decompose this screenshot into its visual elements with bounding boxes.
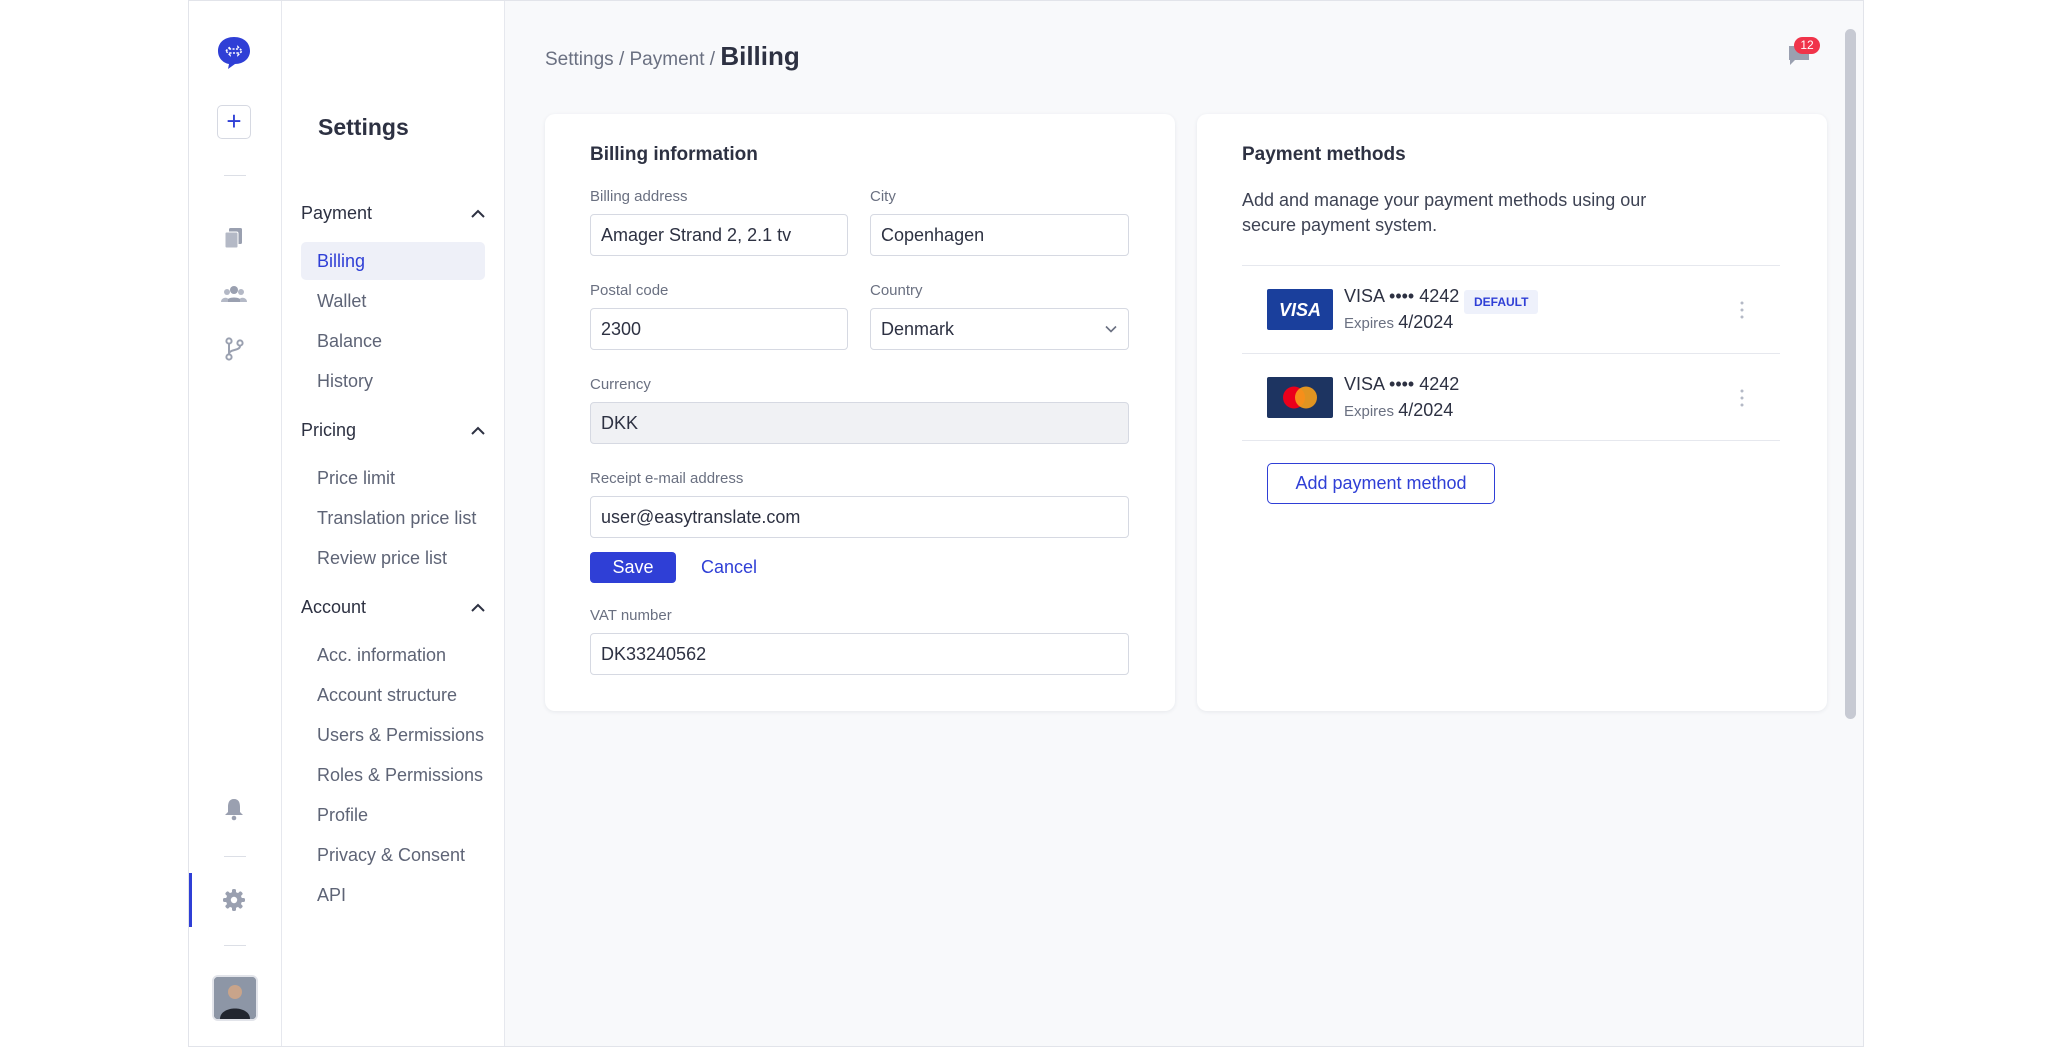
sidebar-group-payment[interactable]: Payment	[301, 203, 487, 227]
currency-field: DKK	[590, 402, 1129, 444]
billing-card-title: Billing information	[590, 144, 758, 165]
expires-label: Expires	[1344, 315, 1395, 332]
more-options-icon[interactable]	[1739, 388, 1745, 408]
rail-divider	[224, 856, 246, 857]
city-input[interactable]: Copenhagen	[870, 214, 1129, 256]
settings-sidebar: Settings Payment Billing Wallet Balance …	[282, 1, 505, 1046]
chevron-up-icon	[471, 426, 485, 435]
expires-label: Expires	[1344, 403, 1395, 420]
sidebar-item-privacy-consent[interactable]: Privacy & Consent	[301, 836, 485, 874]
payment-description: Add and manage your payment methods usin…	[1242, 190, 1647, 235]
vat-number-label: VAT number	[590, 607, 672, 624]
sidebar-title: Settings	[318, 114, 409, 140]
city-label: City	[870, 188, 896, 205]
save-button[interactable]: Save	[590, 552, 676, 583]
visa-logo-icon: VISA	[1267, 289, 1333, 330]
billing-address-label: Billing address	[590, 188, 688, 205]
divider	[1242, 353, 1780, 354]
sidebar-item-wallet[interactable]: Wallet	[301, 282, 485, 320]
more-options-icon[interactable]	[1739, 300, 1745, 320]
chevron-up-icon	[471, 603, 485, 612]
sidebar-item-review-price-list[interactable]: Review price list	[301, 539, 485, 577]
documents-icon[interactable]	[220, 224, 248, 252]
country-value: Denmark	[881, 319, 955, 339]
sidebar-item-translation-price-list[interactable]: Translation price list	[301, 499, 485, 537]
currency-label: Currency	[590, 376, 651, 393]
payment-card-title: Payment methods	[1242, 144, 1406, 165]
expires-value: 4/2024	[1398, 312, 1454, 332]
user-photo-icon	[214, 977, 256, 1019]
notification-badge: 12	[1794, 37, 1820, 54]
breadcrumb-separator: /	[618, 49, 625, 70]
sidebar-group-pricing[interactable]: Pricing	[301, 420, 487, 444]
new-project-button[interactable]: +	[217, 105, 251, 139]
bell-icon[interactable]	[220, 795, 248, 823]
sidebar-item-acc-information[interactable]: Acc. information	[301, 636, 485, 674]
sidebar-item-api[interactable]: API	[301, 876, 485, 914]
sidebar-item-roles-permissions[interactable]: Roles & Permissions	[301, 756, 485, 794]
group-label: Payment	[301, 203, 373, 223]
postal-code-input[interactable]: 2300	[590, 308, 848, 350]
svg-text:VISA: VISA	[1279, 300, 1321, 320]
card-expiry: Expires 4/2024	[1344, 400, 1453, 421]
billing-information-card: Billing information Billing address Amag…	[545, 114, 1175, 711]
rail-divider	[224, 175, 246, 176]
divider	[1242, 265, 1780, 266]
icon-rail: +	[189, 1, 282, 1046]
sidebar-item-balance[interactable]: Balance	[301, 322, 485, 360]
active-indicator	[189, 873, 192, 927]
breadcrumb-settings[interactable]: Settings	[545, 49, 614, 70]
divider	[1242, 440, 1780, 441]
sidebar-item-account-structure[interactable]: Account structure	[301, 676, 485, 714]
app-frame: + Settings Payment Billing Wallet Balanc…	[188, 0, 1864, 1047]
sidebar-item-profile[interactable]: Profile	[301, 796, 485, 834]
country-select[interactable]: Denmark	[870, 308, 1129, 350]
team-icon[interactable]	[220, 280, 248, 308]
avatar[interactable]	[212, 975, 258, 1021]
sidebar-group-account[interactable]: Account	[301, 597, 487, 621]
cancel-button[interactable]: Cancel	[701, 552, 757, 583]
expires-value: 4/2024	[1398, 400, 1454, 420]
vat-number-input[interactable]: DK33240562	[590, 633, 1129, 675]
country-label: Country	[870, 282, 923, 299]
mastercard-logo-icon	[1267, 377, 1333, 418]
card-expiry: Expires 4/2024	[1344, 312, 1453, 333]
sidebar-item-price-limit[interactable]: Price limit	[301, 459, 485, 497]
gear-icon[interactable]	[220, 886, 248, 914]
receipt-email-label: Receipt e-mail address	[590, 470, 744, 487]
chat-logo-icon[interactable]	[216, 35, 252, 71]
postal-code-label: Postal code	[590, 282, 669, 299]
card-number: VISA •••• 4242	[1344, 374, 1460, 394]
receipt-email-input[interactable]: user@easytranslate.com	[590, 496, 1129, 538]
sidebar-item-users-permissions[interactable]: Users & Permissions	[301, 716, 485, 754]
add-payment-method-button[interactable]: Add payment method	[1267, 463, 1495, 504]
group-label: Account	[301, 597, 367, 617]
billing-address-input[interactable]: Amager Strand 2, 2.1 tv	[590, 214, 848, 256]
group-label: Pricing	[301, 420, 357, 440]
breadcrumb-separator: /	[709, 49, 716, 70]
page-title: Billing	[720, 41, 800, 71]
breadcrumb: Settings / Payment / Billing	[545, 41, 800, 72]
payment-methods-card: Payment methods Add and manage your paym…	[1197, 114, 1827, 711]
sidebar-item-billing[interactable]: Billing	[301, 242, 485, 280]
sidebar-item-history[interactable]: History	[301, 362, 485, 400]
rail-divider	[224, 945, 246, 946]
breadcrumb-payment[interactable]: Payment	[630, 49, 705, 70]
default-badge: DEFAULT	[1464, 290, 1539, 314]
chevron-up-icon	[471, 209, 485, 218]
scrollbar[interactable]	[1845, 29, 1856, 719]
chevron-down-icon	[1105, 325, 1117, 333]
card-number: VISA •••• 4242	[1344, 286, 1460, 306]
workflow-branch-icon[interactable]	[220, 335, 248, 363]
